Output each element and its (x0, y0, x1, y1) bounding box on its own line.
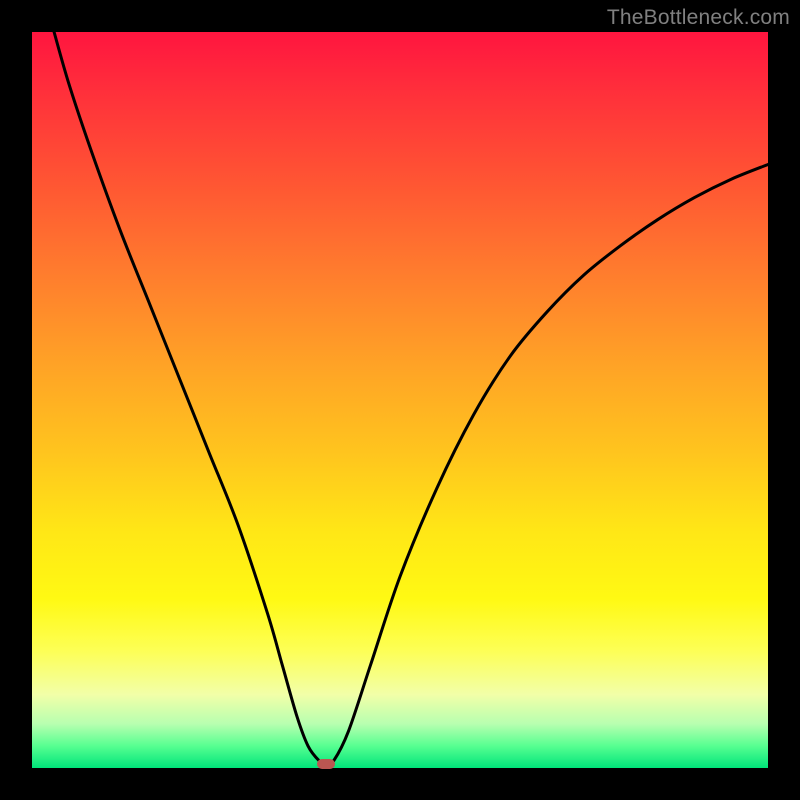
curve-path (54, 32, 768, 765)
minimum-marker (317, 759, 335, 769)
plot-area (32, 32, 768, 768)
chart-frame: TheBottleneck.com (0, 0, 800, 800)
curve-svg (32, 32, 768, 768)
watermark-text: TheBottleneck.com (607, 6, 790, 30)
